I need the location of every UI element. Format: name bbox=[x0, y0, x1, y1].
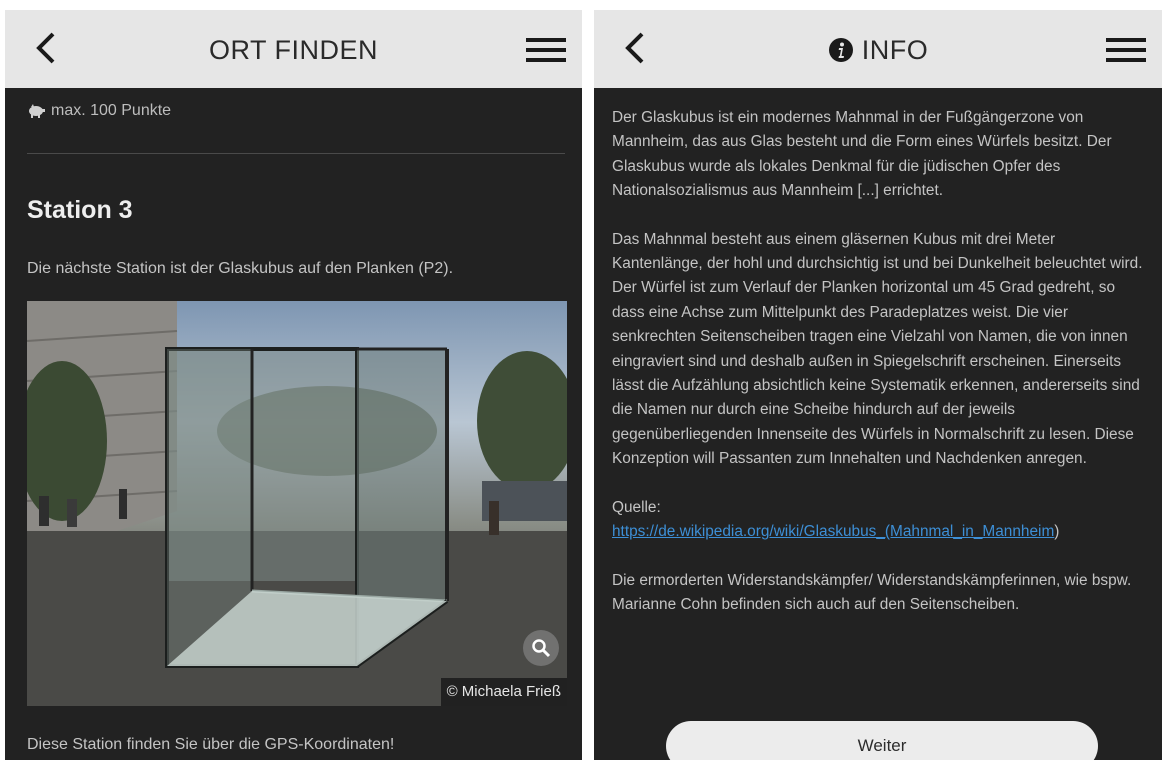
top-bar: ORT FINDEN bbox=[5, 10, 582, 88]
info-paragraph: Das Mahnmal besteht aus einem gläsernen … bbox=[612, 230, 1143, 468]
page-title-text: INFO bbox=[861, 34, 929, 65]
info-icon bbox=[828, 38, 853, 62]
page-title-text: ORT FINDEN bbox=[208, 34, 379, 65]
menu-button[interactable] bbox=[1106, 34, 1146, 66]
source-link[interactable]: https://de.wikipedia.org/wiki/Glaskubus_… bbox=[612, 523, 1054, 540]
source-closing: ) bbox=[1054, 523, 1060, 541]
divider bbox=[27, 153, 565, 154]
station-title: Station 3 bbox=[27, 196, 133, 224]
source-block: Quelle: https://de.wikipedia.org/wiki/Gl… bbox=[612, 496, 1149, 545]
page-title: ORT FINDEN bbox=[5, 32, 582, 68]
hamburger-menu-icon bbox=[1106, 38, 1146, 62]
piggy-bank-icon bbox=[29, 104, 45, 118]
gps-hint: Diese Station finden Sie über die GPS-Ko… bbox=[27, 736, 395, 753]
top-bar: INFO bbox=[594, 10, 1162, 88]
points-info: max. 100 Punkte bbox=[27, 100, 171, 122]
info-text: Der Glaskubus ist ein modernes Mahnmal i… bbox=[612, 106, 1149, 641]
station-description: Die nächste Station ist der Glaskubus au… bbox=[27, 260, 454, 277]
right-screen: INFO Der Glaskubus ist ein modernes Mahn… bbox=[594, 10, 1162, 760]
source-label: Quelle: bbox=[612, 498, 661, 516]
info-paragraph: Die ermorderten Widerstandskämpfer/ Wide… bbox=[612, 571, 1132, 613]
next-button[interactable]: Weiter bbox=[666, 721, 1098, 760]
menu-button[interactable] bbox=[526, 34, 566, 66]
page-title: INFO bbox=[594, 32, 1162, 68]
left-screen: ORT FINDEN max. 100 Punkte Station 3 Die… bbox=[5, 10, 582, 760]
photo-credit: © Michaela Frieß bbox=[440, 678, 567, 706]
points-label: max. 100 Punkte bbox=[51, 102, 172, 119]
station-photo[interactable]: © Michaela Frieß bbox=[27, 301, 567, 706]
zoom-button[interactable] bbox=[523, 630, 559, 666]
hamburger-menu-icon bbox=[526, 38, 566, 62]
glass-cube-image bbox=[27, 301, 567, 706]
info-paragraph: Der Glaskubus ist ein modernes Mahnmal i… bbox=[612, 109, 1112, 200]
magnifier-icon bbox=[532, 639, 551, 658]
